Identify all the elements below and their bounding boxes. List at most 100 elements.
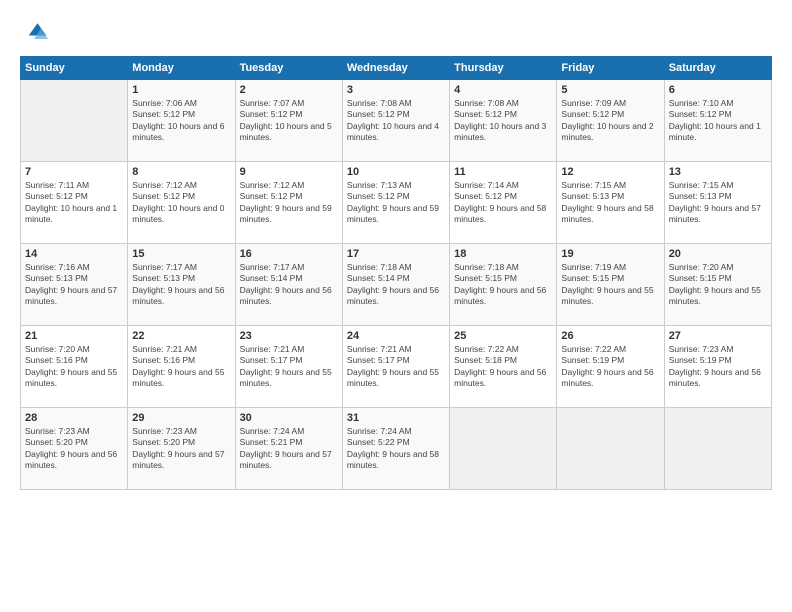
day-info: Sunrise: 7:20 AM Sunset: 5:15 PM Dayligh… [669,262,767,308]
calendar-day-cell: 21Sunrise: 7:20 AM Sunset: 5:16 PM Dayli… [21,326,128,408]
logo [20,18,52,46]
calendar-day-cell: 28Sunrise: 7:23 AM Sunset: 5:20 PM Dayli… [21,408,128,490]
day-info: Sunrise: 7:09 AM Sunset: 5:12 PM Dayligh… [561,98,659,144]
calendar-day-cell [664,408,771,490]
day-info: Sunrise: 7:24 AM Sunset: 5:22 PM Dayligh… [347,426,445,472]
day-info: Sunrise: 7:19 AM Sunset: 5:15 PM Dayligh… [561,262,659,308]
calendar-day-cell: 7Sunrise: 7:11 AM Sunset: 5:12 PM Daylig… [21,162,128,244]
day-info: Sunrise: 7:23 AM Sunset: 5:20 PM Dayligh… [25,426,123,472]
calendar-day-cell: 3 Sunrise: 7:08 AM Sunset: 5:12 PM Daylig… [342,80,449,162]
day-number: 6 [669,84,767,96]
day-info: Sunrise: 7:15 AM Sunset: 5:13 PM Dayligh… [561,180,659,226]
calendar-day-cell: 30Sunrise: 7:24 AM Sunset: 5:21 PM Dayli… [235,408,342,490]
day-info: Sunrise: 7:08 AM Sunset: 5:12 PM Dayligh… [347,98,445,144]
day-number: 23 [240,330,338,342]
day-info: Sunrise: 7:16 AM Sunset: 5:13 PM Dayligh… [25,262,123,308]
day-number: 14 [25,248,123,260]
day-info: Sunrise: 7:07 AM Sunset: 5:12 PM Dayligh… [240,98,338,144]
calendar-header-cell: Monday [128,57,235,80]
day-info: Sunrise: 7:20 AM Sunset: 5:16 PM Dayligh… [25,344,123,390]
calendar-body: 1 Sunrise: 7:06 AM Sunset: 5:12 PM Daylig… [21,80,772,490]
day-number: 29 [132,412,230,424]
day-number: 2 [240,84,338,96]
day-info: Sunrise: 7:08 AM Sunset: 5:12 PM Dayligh… [454,98,552,144]
day-info: Sunrise: 7:22 AM Sunset: 5:18 PM Dayligh… [454,344,552,390]
day-info: Sunrise: 7:17 AM Sunset: 5:14 PM Dayligh… [240,262,338,308]
calendar-week-row: 14 Sunrise: 7:16 AM Sunset: 5:13 PM Dayli… [21,244,772,326]
calendar-day-cell [450,408,557,490]
header [20,18,772,46]
day-number: 16 [240,248,338,260]
calendar-day-cell: 9Sunrise: 7:12 AM Sunset: 5:12 PM Daylig… [235,162,342,244]
calendar-week-row: 21Sunrise: 7:20 AM Sunset: 5:16 PM Dayli… [21,326,772,408]
calendar-day-cell: 16 Sunrise: 7:17 AM Sunset: 5:14 PM Dayli… [235,244,342,326]
day-number: 11 [454,166,552,178]
day-info: Sunrise: 7:18 AM Sunset: 5:15 PM Dayligh… [454,262,552,308]
calendar-header-cell: Sunday [21,57,128,80]
day-number: 30 [240,412,338,424]
calendar-day-cell [557,408,664,490]
day-number: 27 [669,330,767,342]
calendar-header-cell: Friday [557,57,664,80]
day-number: 24 [347,330,445,342]
day-info: Sunrise: 7:10 AM Sunset: 5:12 PM Dayligh… [669,98,767,144]
day-info: Sunrise: 7:21 AM Sunset: 5:17 PM Dayligh… [347,344,445,390]
calendar-day-cell: 14 Sunrise: 7:16 AM Sunset: 5:13 PM Dayli… [21,244,128,326]
day-number: 26 [561,330,659,342]
day-info: Sunrise: 7:22 AM Sunset: 5:19 PM Dayligh… [561,344,659,390]
calendar-week-row: 28Sunrise: 7:23 AM Sunset: 5:20 PM Dayli… [21,408,772,490]
calendar-header-cell: Saturday [664,57,771,80]
day-number: 10 [347,166,445,178]
calendar-day-cell: 10 Sunrise: 7:13 AM Sunset: 5:12 PM Dayli… [342,162,449,244]
day-number: 31 [347,412,445,424]
day-info: Sunrise: 7:21 AM Sunset: 5:17 PM Dayligh… [240,344,338,390]
calendar-day-cell: 20 Sunrise: 7:20 AM Sunset: 5:15 PM Dayli… [664,244,771,326]
day-info: Sunrise: 7:17 AM Sunset: 5:13 PM Dayligh… [132,262,230,308]
day-number: 22 [132,330,230,342]
calendar-day-cell: 22 Sunrise: 7:21 AM Sunset: 5:16 PM Dayli… [128,326,235,408]
calendar-day-cell: 24 Sunrise: 7:21 AM Sunset: 5:17 PM Dayli… [342,326,449,408]
calendar-day-cell: 27 Sunrise: 7:23 AM Sunset: 5:19 PM Dayli… [664,326,771,408]
calendar-header-row: SundayMondayTuesdayWednesdayThursdayFrid… [21,57,772,80]
day-number: 13 [669,166,767,178]
day-info: Sunrise: 7:12 AM Sunset: 5:12 PM Dayligh… [132,180,230,226]
day-number: 15 [132,248,230,260]
day-info: Sunrise: 7:06 AM Sunset: 5:12 PM Dayligh… [132,98,230,144]
page: SundayMondayTuesdayWednesdayThursdayFrid… [0,0,792,612]
calendar-table: SundayMondayTuesdayWednesdayThursdayFrid… [20,56,772,490]
calendar-day-cell: 31 Sunrise: 7:24 AM Sunset: 5:22 PM Dayli… [342,408,449,490]
calendar-day-cell: 13 Sunrise: 7:15 AM Sunset: 5:13 PM Dayli… [664,162,771,244]
calendar-header-cell: Wednesday [342,57,449,80]
calendar-day-cell: 6 Sunrise: 7:10 AM Sunset: 5:12 PM Daylig… [664,80,771,162]
calendar-day-cell: 25 Sunrise: 7:22 AM Sunset: 5:18 PM Dayli… [450,326,557,408]
day-info: Sunrise: 7:21 AM Sunset: 5:16 PM Dayligh… [132,344,230,390]
calendar-day-cell: 1 Sunrise: 7:06 AM Sunset: 5:12 PM Daylig… [128,80,235,162]
day-info: Sunrise: 7:23 AM Sunset: 5:19 PM Dayligh… [669,344,767,390]
day-number: 3 [347,84,445,96]
calendar-header-cell: Tuesday [235,57,342,80]
day-info: Sunrise: 7:23 AM Sunset: 5:20 PM Dayligh… [132,426,230,472]
calendar-header-cell: Thursday [450,57,557,80]
day-info: Sunrise: 7:15 AM Sunset: 5:13 PM Dayligh… [669,180,767,226]
calendar-day-cell: 2 Sunrise: 7:07 AM Sunset: 5:12 PM Daylig… [235,80,342,162]
calendar-day-cell: 18 Sunrise: 7:18 AM Sunset: 5:15 PM Dayli… [450,244,557,326]
day-info: Sunrise: 7:13 AM Sunset: 5:12 PM Dayligh… [347,180,445,226]
day-info: Sunrise: 7:12 AM Sunset: 5:12 PM Dayligh… [240,180,338,226]
day-info: Sunrise: 7:11 AM Sunset: 5:12 PM Dayligh… [25,180,123,226]
calendar-day-cell: 15 Sunrise: 7:17 AM Sunset: 5:13 PM Dayli… [128,244,235,326]
calendar-day-cell: 11 Sunrise: 7:14 AM Sunset: 5:12 PM Dayli… [450,162,557,244]
calendar-day-cell: 17Sunrise: 7:18 AM Sunset: 5:14 PM Dayli… [342,244,449,326]
day-number: 25 [454,330,552,342]
day-number: 20 [669,248,767,260]
calendar-week-row: 7Sunrise: 7:11 AM Sunset: 5:12 PM Daylig… [21,162,772,244]
day-number: 18 [454,248,552,260]
calendar-day-cell: 23 Sunrise: 7:21 AM Sunset: 5:17 PM Dayli… [235,326,342,408]
calendar-day-cell: 26 Sunrise: 7:22 AM Sunset: 5:19 PM Dayli… [557,326,664,408]
calendar-week-row: 1 Sunrise: 7:06 AM Sunset: 5:12 PM Daylig… [21,80,772,162]
day-number: 1 [132,84,230,96]
calendar-day-cell: 4Sunrise: 7:08 AM Sunset: 5:12 PM Daylig… [450,80,557,162]
day-number: 19 [561,248,659,260]
calendar-day-cell: 29 Sunrise: 7:23 AM Sunset: 5:20 PM Dayli… [128,408,235,490]
logo-icon [20,18,48,46]
day-info: Sunrise: 7:14 AM Sunset: 5:12 PM Dayligh… [454,180,552,226]
